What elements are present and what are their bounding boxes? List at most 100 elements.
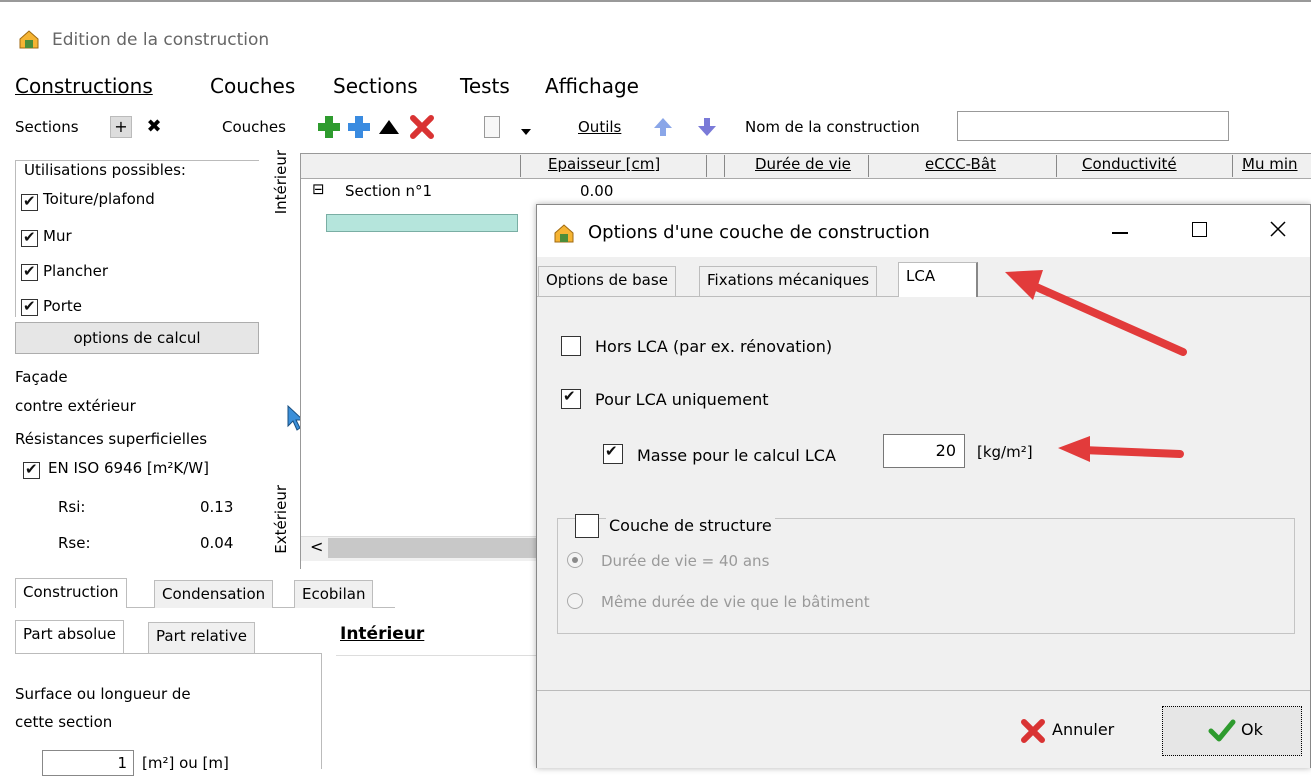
delete-section-icon[interactable]: ✖ — [143, 116, 165, 138]
arrow-down-icon[interactable] — [696, 116, 718, 142]
outils-label[interactable]: Outils — [578, 118, 621, 136]
structure-checkbox[interactable] — [575, 514, 599, 538]
use-mur-checkbox[interactable] — [21, 228, 38, 247]
dialog-tab-options-base[interactable]: Options de base — [538, 266, 676, 296]
surface-unit: [m²] ou [m] — [142, 754, 229, 772]
list-icon[interactable] — [484, 116, 500, 138]
rse-value: 0.04 — [200, 534, 234, 552]
cancel-label: Annuler — [1052, 720, 1115, 739]
tab-condensation[interactable]: Condensation — [154, 580, 274, 608]
dialog-app-icon — [553, 222, 575, 248]
grid-sep-3 — [868, 155, 869, 177]
calc-options-button[interactable]: options de calcul — [15, 322, 259, 354]
section-expander-icon[interactable]: ⊟ — [312, 180, 325, 198]
col-eccc[interactable]: eCCC-Bât — [925, 155, 996, 177]
grid-sep-0 — [520, 155, 521, 177]
sections-label: Sections — [15, 118, 79, 136]
window-title: Edition de la construction — [52, 30, 270, 50]
col-duree[interactable]: Durée de vie — [755, 155, 851, 177]
dropdown-arrow-icon[interactable] — [520, 122, 532, 141]
dialog-tab-fixations[interactable]: Fixations mécaniques — [699, 266, 878, 296]
dialog-tab-lca[interactable]: LCA — [898, 262, 978, 297]
layer-color-swatch[interactable] — [326, 214, 518, 232]
maximize-icon[interactable] — [1192, 222, 1207, 237]
grid-sep-1 — [706, 155, 707, 177]
construction-name-label: Nom de la construction — [745, 118, 920, 136]
delete-layer-icon[interactable] — [409, 114, 435, 144]
pour-lca-label: Pour LCA uniquement — [595, 390, 769, 409]
minimize-icon[interactable] — [1112, 232, 1128, 234]
interieur-heading: Intérieur — [340, 624, 425, 644]
facade-exterior-label: contre extérieur — [15, 397, 136, 415]
add-section-icon[interactable]: + — [110, 116, 132, 138]
grid-sep-2 — [724, 155, 725, 177]
surface-input[interactable]: 1 — [42, 750, 134, 776]
menu-couches[interactable]: Couches — [210, 74, 295, 98]
menu-bar: Constructions Couches Sections Tests Aff… — [0, 66, 1311, 106]
use-porte-checkbox[interactable] — [21, 297, 38, 316]
radio-meme-duree[interactable] — [567, 593, 583, 609]
facade-label: Façade — [15, 368, 68, 386]
arrow-up-icon[interactable] — [652, 116, 674, 142]
scroll-thumb[interactable] — [328, 538, 538, 558]
use-plancher-label: Plancher — [43, 262, 109, 280]
scroll-left-icon[interactable]: < — [310, 537, 323, 556]
col-mu-min[interactable]: Mu min — [1242, 155, 1298, 177]
resistances-title: Résistances superficielles — [15, 430, 208, 448]
add-layer-blue-icon[interactable] — [346, 114, 372, 144]
ok-check-icon — [1208, 718, 1236, 748]
col-conductivite[interactable]: Conductivité — [1082, 155, 1177, 177]
interieur-panel — [336, 655, 540, 769]
en-iso-label: EN ISO 6946 [m²K/W] — [48, 459, 209, 477]
rse-label: Rse: — [58, 534, 91, 552]
app-home-icon — [18, 28, 40, 54]
app-title-bar: Edition de la construction — [0, 0, 1311, 66]
use-mur-label: Mur — [43, 227, 72, 245]
add-layer-green-icon[interactable] — [316, 114, 342, 144]
rsi-value: 0.13 — [200, 498, 234, 516]
menu-tests[interactable]: Tests — [460, 74, 510, 98]
col-epaisseur[interactable]: Epaisseur [cm] — [548, 155, 660, 177]
grid-sep-5 — [1232, 155, 1233, 177]
masse-lca-unit: [kg/m²] — [977, 443, 1033, 461]
masse-lca-label: Masse pour le calcul LCA — [637, 446, 836, 465]
grid-sep-4 — [1056, 155, 1057, 177]
use-plancher-checkbox[interactable] — [21, 262, 38, 281]
tab-construction[interactable]: Construction — [15, 578, 127, 608]
surface-label-line2: cette section — [15, 713, 113, 731]
tab-part-absolue[interactable]: Part absolue — [15, 620, 124, 653]
menu-affichage[interactable]: Affichage — [545, 74, 639, 98]
move-up-triangle-icon[interactable] — [378, 118, 400, 140]
cancel-x-icon — [1020, 718, 1046, 748]
use-porte-label: Porte — [43, 297, 82, 315]
masse-lca-input[interactable]: 20 — [883, 434, 965, 468]
hors-lca-label: Hors LCA (par ex. rénovation) — [595, 337, 833, 356]
use-toiture-checkbox[interactable] — [21, 192, 38, 211]
menu-constructions[interactable]: Constructions — [15, 74, 153, 98]
exterieur-vertical-label: Extérieur — [272, 485, 290, 554]
interieur-vertical-label: Intérieur — [272, 150, 290, 215]
section-row-label[interactable]: Section n°1 — [345, 182, 432, 200]
hors-lca-checkbox[interactable] — [561, 336, 581, 356]
dialog-title: Options d'une couche de construction — [588, 222, 930, 243]
construction-name-input[interactable] — [957, 111, 1229, 141]
rsi-label: Rsi: — [58, 498, 86, 516]
masse-lca-checkbox[interactable] — [603, 442, 623, 464]
section-row-thickness: 0.00 — [580, 182, 614, 200]
radio-meme-duree-label: Même durée de vie que le bâtiment — [601, 593, 870, 611]
en-iso-checkbox[interactable] — [23, 460, 40, 479]
radio-duree-40-label: Durée de vie = 40 ans — [601, 552, 770, 570]
pour-lca-checkbox[interactable] — [561, 387, 581, 409]
use-toiture-label: Toiture/plafond — [43, 190, 155, 208]
annotation-arrow-masse-icon — [1050, 432, 1190, 476]
annotation-arrow-tab-icon — [995, 262, 1195, 366]
tab-part-relative[interactable]: Part relative — [148, 622, 255, 653]
menu-sections[interactable]: Sections — [333, 74, 418, 98]
tab-ecobilan[interactable]: Ecobilan — [294, 580, 374, 608]
structure-label: Couche de structure — [606, 516, 775, 535]
toolbar: Sections + ✖ Couches Outils Nom de la co… — [0, 108, 1311, 146]
close-icon[interactable] — [1268, 219, 1288, 243]
couches-label: Couches — [222, 118, 286, 136]
radio-duree-40[interactable] — [567, 552, 583, 568]
structure-group — [557, 518, 1295, 634]
